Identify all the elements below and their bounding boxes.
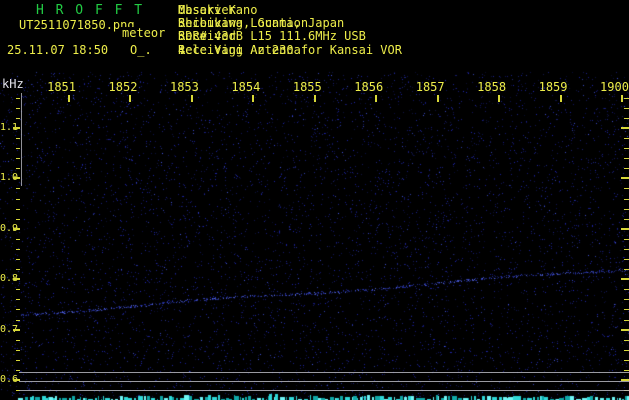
x-axis-tick: [621, 95, 623, 102]
y-axis-tick-right: [624, 239, 629, 240]
output-filename: UT2511071850.png: [19, 19, 135, 31]
y-axis-tick-right: [624, 350, 629, 351]
info-value: Masaki Kano: [178, 4, 257, 16]
y-axis-tick-right: [624, 98, 629, 99]
y-axis-tick-left: [16, 309, 20, 310]
y-axis-tick-left: [16, 299, 20, 300]
y-axis-tick-right: [621, 127, 629, 129]
y-axis-tick-right: [624, 269, 629, 270]
y-axis-tick-right: [621, 177, 629, 179]
x-axis-tick: [314, 95, 316, 102]
info-value: 4ele Yagi Az 230 for Kansai VOR: [178, 44, 402, 56]
y-axis-tick-left: [16, 370, 20, 371]
y-axis-tick-right: [624, 108, 629, 109]
y-axis-tick-right: [624, 309, 629, 310]
y-axis-tick-left: [16, 188, 20, 189]
y-axis-tick-right: [624, 340, 629, 341]
y-axis-tick-right: [624, 168, 629, 169]
y-axis-tick-right: [624, 158, 629, 159]
y-axis-tick-right: [624, 259, 629, 260]
y-axis-tick-right: [624, 370, 629, 371]
y-axis-label: 0.7: [0, 325, 14, 335]
x-axis-tick: [375, 95, 377, 102]
carrier-line: [19, 381, 629, 382]
y-axis-tick-right: [621, 329, 629, 331]
x-axis-tick: [191, 95, 193, 102]
y-axis-tick-right: [624, 209, 629, 210]
y-axis-tick-left: [13, 177, 20, 179]
y-axis-tick-left: [16, 259, 20, 260]
y-axis-tick-right: [621, 228, 629, 230]
carrier-line: [19, 390, 629, 391]
carrier-line: [19, 372, 629, 373]
y-axis-tick-left: [16, 360, 20, 361]
app-title: H R O F F T: [36, 4, 144, 17]
timestamp: 25.11.07 18:50: [7, 44, 108, 56]
x-axis-tick: [129, 95, 131, 102]
y-axis-tick-left: [16, 138, 20, 139]
y-axis-tick-left: [13, 278, 20, 280]
y-axis-tick-right: [624, 118, 629, 119]
y-axis-unit-label: kHz: [2, 78, 24, 90]
y-axis-label: 1.1: [0, 123, 14, 133]
x-axis-label: 1859: [535, 81, 568, 93]
vertical-edge-line: [21, 93, 22, 186]
y-axis-label: 0.6: [0, 375, 14, 385]
spectrogram-noise-canvas: [0, 0, 629, 400]
y-axis-tick-left: [16, 199, 20, 200]
y-axis-tick-left: [16, 98, 20, 99]
y-axis-tick-left: [16, 108, 20, 109]
y-axis-tick-left: [16, 239, 20, 240]
y-axis-tick-left: [16, 168, 20, 169]
y-axis-tick-right: [624, 188, 629, 189]
y-axis-tick-left: [16, 148, 20, 149]
y-axis-tick-left: [16, 340, 20, 341]
y-axis-tick-right: [624, 199, 629, 200]
y-axis-tick-left: [13, 228, 20, 230]
x-axis-label: 1852: [104, 81, 137, 93]
y-axis-tick-right: [624, 249, 629, 250]
x-axis-label: 1851: [43, 81, 76, 93]
x-axis-tick: [498, 95, 500, 102]
y-axis-tick-right: [624, 138, 629, 139]
y-axis-tick-left: [16, 249, 20, 250]
y-axis-tick-left: [16, 269, 20, 270]
y-axis-tick-right: [624, 299, 629, 300]
info-value: Shibukawa, Gunma, Japan: [178, 17, 344, 29]
y-axis-tick-left: [13, 329, 20, 331]
x-axis-tick: [252, 95, 254, 102]
y-axis-label: 1.0: [0, 173, 14, 183]
y-axis-tick-left: [16, 320, 20, 321]
y-axis-tick-left: [16, 219, 20, 220]
y-axis-tick-left: [16, 350, 20, 351]
y-axis-label: 0.9: [0, 224, 14, 234]
x-axis-label: 1858: [473, 81, 506, 93]
x-axis-label: 1900: [596, 81, 629, 93]
y-axis-tick-left: [16, 118, 20, 119]
y-axis-tick-right: [624, 148, 629, 149]
info-value: SDR# 43dB L15 111.6MHz USB: [178, 30, 366, 42]
y-axis-label: 0.8: [0, 274, 14, 284]
status-indicator: O_.: [130, 44, 152, 56]
x-axis-label: 1854: [227, 81, 260, 93]
x-axis-label: 1857: [412, 81, 445, 93]
y-axis-tick-right: [624, 289, 629, 290]
y-axis-tick-right: [624, 360, 629, 361]
hrofft-screenshot: H R O F F T UT2511071850.png meteor 25.1…: [0, 0, 629, 400]
y-axis-tick-right: [624, 219, 629, 220]
y-axis-tick-left: [13, 127, 20, 129]
y-axis-tick-left: [16, 158, 20, 159]
x-axis-label: 1855: [289, 81, 322, 93]
y-axis-tick-right: [624, 320, 629, 321]
x-axis-label: 1853: [166, 81, 199, 93]
y-axis-tick-left: [16, 289, 20, 290]
y-axis-tick-left: [16, 209, 20, 210]
y-axis-tick-right: [621, 278, 629, 280]
x-axis-label: 1856: [350, 81, 383, 93]
x-axis-tick: [560, 95, 562, 102]
station-name: meteor: [121, 27, 165, 39]
x-axis-tick: [68, 95, 70, 102]
x-axis-tick: [437, 95, 439, 102]
